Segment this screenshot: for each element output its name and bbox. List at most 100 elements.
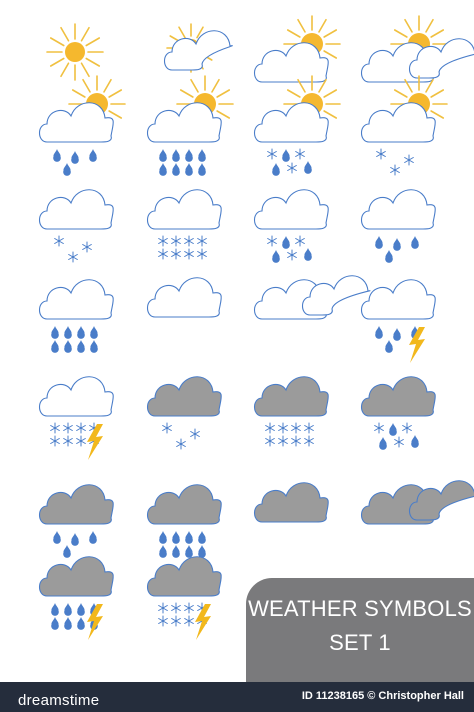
cloud-icon bbox=[38, 556, 114, 597]
sun-icon bbox=[46, 23, 104, 81]
snowflake-icon bbox=[176, 438, 186, 450]
snowflake-icon bbox=[304, 435, 314, 447]
raindrop-icon bbox=[71, 151, 79, 164]
weather-symbol-r1c3 bbox=[253, 15, 341, 83]
raindrop-icon bbox=[77, 326, 85, 339]
weather-symbol-r5c3 bbox=[253, 376, 329, 447]
lightning-icon bbox=[87, 604, 103, 640]
footer-credit: ID 11238165 © Christopher Hall bbox=[301, 690, 464, 702]
raindrop-icon bbox=[51, 603, 59, 616]
raindrop-icon bbox=[51, 617, 59, 630]
raindrop-icon bbox=[77, 603, 85, 616]
snowflake-icon bbox=[63, 422, 73, 434]
snowflake-icon bbox=[402, 422, 412, 434]
snowflake-icon bbox=[404, 154, 414, 166]
snowflake-icon bbox=[158, 602, 168, 614]
raindrop-icon bbox=[64, 326, 72, 339]
sun-ray bbox=[85, 37, 101, 47]
snowflake-icon bbox=[50, 422, 60, 434]
raindrop-icon bbox=[375, 236, 383, 249]
snowflake-icon bbox=[190, 428, 200, 440]
weather-symbol-r1c4 bbox=[360, 15, 474, 83]
sun-ray bbox=[430, 29, 445, 38]
footer-brand: dreamstime bbox=[18, 692, 100, 709]
raindrop-icon bbox=[159, 531, 167, 544]
snowflake-icon bbox=[394, 436, 404, 448]
sun-ray bbox=[178, 26, 186, 39]
cloud-icon bbox=[146, 189, 222, 230]
weather-symbol-r4c3 bbox=[253, 275, 371, 320]
snowflake-icon bbox=[171, 235, 181, 247]
snowflake-icon bbox=[291, 435, 301, 447]
raindrop-icon bbox=[53, 149, 61, 162]
weather-symbol-r6c3 bbox=[253, 482, 329, 523]
raindrop-icon bbox=[185, 163, 193, 176]
cloud-icon bbox=[38, 484, 114, 525]
cloud-icon bbox=[360, 376, 436, 417]
raindrop-icon bbox=[393, 328, 401, 341]
raindrop-icon bbox=[375, 326, 383, 339]
snowflake-icon bbox=[63, 435, 73, 447]
raindrop-icon bbox=[198, 531, 206, 544]
title-line-2: SET 1 bbox=[329, 630, 391, 655]
snowflake-icon bbox=[184, 235, 194, 247]
lightning-icon bbox=[87, 424, 103, 460]
sun-ray bbox=[286, 29, 301, 38]
weather-symbol-r1c2 bbox=[163, 23, 233, 73]
lightning-icon bbox=[195, 604, 211, 640]
sun-ray bbox=[323, 110, 338, 119]
cloud-icon bbox=[146, 376, 222, 417]
sun-ray bbox=[82, 78, 91, 93]
snowflake-icon bbox=[295, 235, 305, 247]
sun-ray bbox=[393, 89, 408, 98]
snowflake-icon bbox=[197, 235, 207, 247]
weather-symbol-r6c1 bbox=[38, 484, 114, 558]
cloud-icon bbox=[253, 482, 329, 523]
sun-ray bbox=[49, 57, 65, 67]
weather-symbol-r3c3 bbox=[253, 189, 329, 263]
sun-ray bbox=[430, 89, 445, 98]
raindrop-icon bbox=[63, 545, 71, 558]
sun-ray bbox=[60, 26, 70, 42]
raindrop-icon bbox=[411, 435, 419, 448]
dreamstime-logo: dreamstime bbox=[8, 686, 158, 709]
raindrop-icon bbox=[411, 236, 419, 249]
raindrop-icon bbox=[379, 437, 387, 450]
weather-symbol-r2c2 bbox=[146, 75, 234, 176]
raindrop-icon bbox=[385, 250, 393, 263]
snowflake-icon bbox=[158, 615, 168, 627]
snowflake-icon bbox=[304, 422, 314, 434]
raindrop-icon bbox=[304, 248, 312, 261]
snowflake-icon bbox=[291, 422, 301, 434]
cloud-icon bbox=[38, 279, 114, 320]
weather-symbol-r4c1 bbox=[38, 279, 114, 353]
weather-symbol-r3c4 bbox=[360, 189, 436, 263]
raindrop-icon bbox=[89, 531, 97, 544]
sun-ray bbox=[179, 89, 194, 98]
sun-ray bbox=[323, 89, 338, 98]
sun-ray bbox=[393, 29, 408, 38]
raindrop-icon bbox=[185, 545, 193, 558]
raindrop-icon bbox=[282, 236, 290, 249]
title-line-1: WEATHER SYMBOLS bbox=[248, 596, 472, 621]
sun-ray bbox=[190, 78, 199, 93]
sun-ray bbox=[80, 26, 90, 42]
raindrop-icon bbox=[185, 531, 193, 544]
sun-ray bbox=[425, 18, 434, 33]
raindrop-icon bbox=[71, 533, 79, 546]
snowflake-icon bbox=[265, 422, 275, 434]
weather-symbol-r5c1 bbox=[38, 376, 114, 460]
sun-ray bbox=[108, 110, 123, 119]
sun-ray bbox=[71, 89, 86, 98]
raindrop-icon bbox=[198, 163, 206, 176]
cloud-icon bbox=[360, 279, 436, 320]
raindrop-icon bbox=[159, 163, 167, 176]
snowflake-icon bbox=[374, 422, 384, 434]
raindrop-icon bbox=[185, 149, 193, 162]
raindrop-icon bbox=[389, 423, 397, 436]
weather-symbol-r5c2 bbox=[146, 376, 222, 450]
weather-symbol-r3c1 bbox=[38, 189, 114, 263]
snowflake-icon bbox=[265, 435, 275, 447]
sun-ray bbox=[323, 50, 338, 59]
snowflake-icon bbox=[184, 602, 194, 614]
